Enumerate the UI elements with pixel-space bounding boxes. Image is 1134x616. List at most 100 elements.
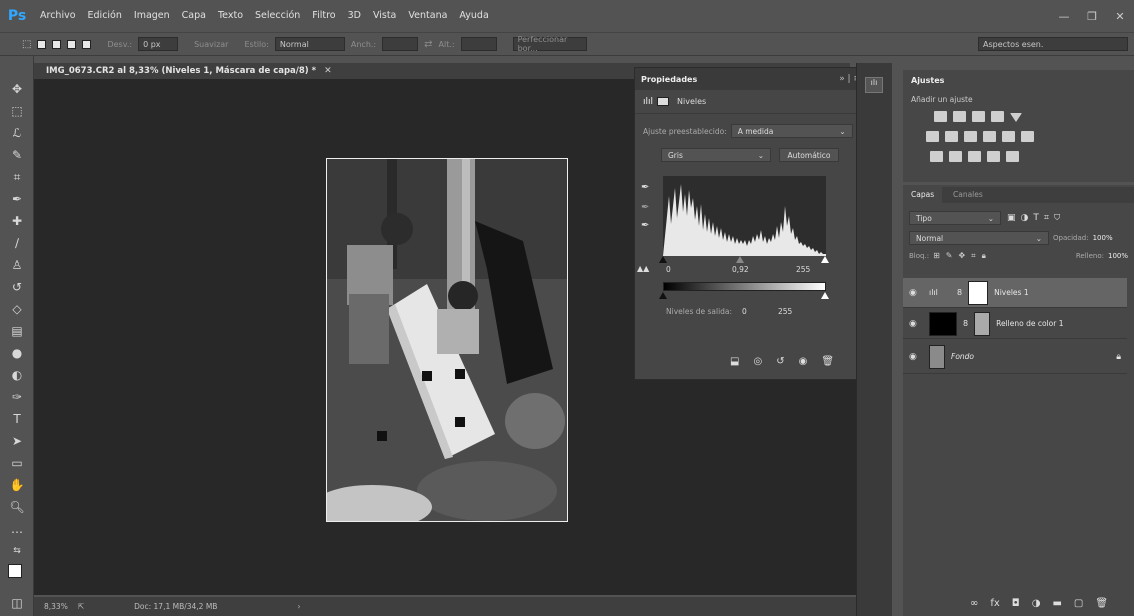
output-white-value[interactable]: 255 [778,307,792,316]
layer-mask-thumbnail[interactable] [968,280,989,305]
close-tab-icon[interactable]: ✕ [324,66,332,76]
blur-tool-icon[interactable]: ● [0,342,34,364]
layer-filter-select[interactable]: Tipo ⌄ [909,211,1001,225]
height-input[interactable] [460,37,497,51]
new-layer-icon[interactable]: ▢ [1074,598,1083,609]
feather-input[interactable]: 0 px [138,37,179,51]
intersect-selection-icon[interactable] [82,39,92,49]
eye-icon[interactable]: ◉ [909,319,923,329]
eraser-tool-icon[interactable]: ◇ [0,298,34,320]
opacity-value[interactable]: 100% [1093,234,1113,242]
selective-color-icon[interactable] [1006,151,1019,162]
channel-mixer-icon[interactable] [1002,131,1015,142]
mask-icon[interactable] [657,97,670,106]
tab-canales[interactable]: Canales [945,187,991,203]
quick-mask-icon[interactable]: ◫ [0,592,34,614]
add-selection-icon[interactable] [52,39,62,49]
color-swatches[interactable] [0,562,34,592]
menu-imagen[interactable]: Imagen [128,0,176,32]
layer-name[interactable]: Relleno de color 1 [996,319,1063,328]
menu-3d[interactable]: 3D [342,0,367,32]
layer-thumbnail[interactable] [929,344,945,369]
new-selection-icon[interactable] [37,39,47,49]
lock-icons[interactable]: ⊞✎✥⌗🔒︎ [933,251,992,261]
link-layers-icon[interactable]: ∞ [970,598,978,609]
input-gamma-handle[interactable] [736,256,744,263]
shape-tool-icon[interactable]: ▭ [0,452,34,474]
marquee-tool-icon[interactable]: ⬚ [22,39,31,50]
black-white-icon[interactable] [964,131,977,142]
vibrance-icon[interactable] [1010,113,1022,122]
export-icon[interactable]: ⇱ [78,602,84,611]
gradient-map-icon[interactable] [987,151,1000,162]
tab-capas[interactable]: Capas [903,187,943,203]
menu-ventana[interactable]: Ventana [402,0,453,32]
layer-row[interactable]: ◉ ılıl 8 Niveles 1 [903,278,1127,308]
view-previous-icon[interactable]: ◎ [753,356,762,367]
doc-size-info[interactable]: Doc: 17,1 MB/34,2 MB [134,602,217,611]
fill-value[interactable]: 100% [1108,252,1128,260]
filter-icons[interactable]: ▣◑T⌗⛉ [1007,213,1065,223]
stamp-tool-icon[interactable]: ♙ [0,254,34,276]
eyedropper-tool-icon[interactable]: ✒ [0,188,34,210]
type-tool-icon[interactable]: T [0,408,34,430]
input-white-handle[interactable] [821,256,829,263]
menu-seleccion[interactable]: Selección [249,0,306,32]
menu-ayuda[interactable]: Ayuda [453,0,494,32]
color-lookup-icon[interactable] [1021,131,1034,142]
workspace-select[interactable]: Aspectos esen. [978,37,1128,51]
exposure-icon[interactable] [991,111,1004,122]
histogram-panel-icon[interactable]: ılı [865,77,883,93]
crop-tool-icon[interactable]: ⌗ [0,166,34,188]
delete-icon[interactable]: 🗑︎ [821,356,834,367]
swap-colors-icon[interactable]: ⇆ [0,540,34,562]
threshold-icon[interactable] [968,151,981,162]
restore-icon[interactable]: ❐ [1078,4,1106,28]
brightness-icon[interactable] [934,111,947,122]
layer-row[interactable]: ◉ Fondo 🔒︎ [903,340,1127,374]
invert-icon[interactable] [930,151,943,162]
healing-tool-icon[interactable]: ✚ [0,210,34,232]
color-balance-icon[interactable] [945,131,958,142]
marquee-tool-icon[interactable]: ⬚ [0,100,34,122]
fx-icon[interactable]: fx [990,598,999,609]
auto-button[interactable]: Automático [779,148,839,162]
pen-tool-icon[interactable]: ✑ [0,386,34,408]
input-gamma-value[interactable]: 0,92 [732,265,749,274]
output-white-handle[interactable] [821,292,829,299]
layer-name[interactable]: Fondo [951,352,974,361]
input-black-handle[interactable] [659,256,667,263]
menu-filtro[interactable]: Filtro [306,0,341,32]
document-photo[interactable] [326,158,568,522]
eye-icon[interactable]: ◉ [909,352,923,362]
output-black-handle[interactable] [659,292,667,299]
layer-row[interactable]: ◉ 8 Relleno de color 1 [903,309,1127,339]
move-tool-icon[interactable]: ✥ [0,78,34,100]
menu-archivo[interactable]: Archivo [34,0,82,32]
gradient-tool-icon[interactable]: ▤ [0,320,34,342]
levels-adj-icon[interactable] [953,111,966,122]
subtract-selection-icon[interactable] [67,39,77,49]
new-group-icon[interactable]: ▬ [1052,598,1061,609]
history-brush-tool-icon[interactable]: ↺ [0,276,34,298]
menu-capa[interactable]: Capa [176,0,212,32]
eyedropper-black-icon[interactable]: ✒ [641,182,649,193]
input-white-value[interactable]: 255 [796,265,810,274]
eyedropper-gray-icon[interactable]: ✒ [641,202,649,213]
menu-vista[interactable]: Vista [367,0,402,32]
delete-layer-icon[interactable]: 🗑︎ [1095,598,1108,609]
brush-tool-icon[interactable]: ∕ [0,232,34,254]
output-black-value[interactable]: 0 [742,307,747,316]
layer-mask-thumbnail[interactable] [974,311,991,336]
menu-edicion[interactable]: Edición [82,0,128,32]
channel-select[interactable]: Gris ⌄ [661,148,771,162]
style-select[interactable]: Normal [274,37,345,51]
zoom-level[interactable]: 8,33% [44,602,68,611]
clip-to-layer-icon[interactable]: ⬓ [730,356,739,367]
visibility-icon[interactable]: ◉ [799,356,808,367]
antialias-checkbox[interactable]: Suavizar [194,40,228,49]
reset-icon[interactable]: ↺ [776,356,784,367]
document-tab[interactable]: IMG_0673.CR2 al 8,33% (Niveles 1, Máscar… [46,66,316,76]
hand-tool-icon[interactable]: ✋ [0,474,34,496]
more-tools-icon[interactable]: … [0,518,34,540]
